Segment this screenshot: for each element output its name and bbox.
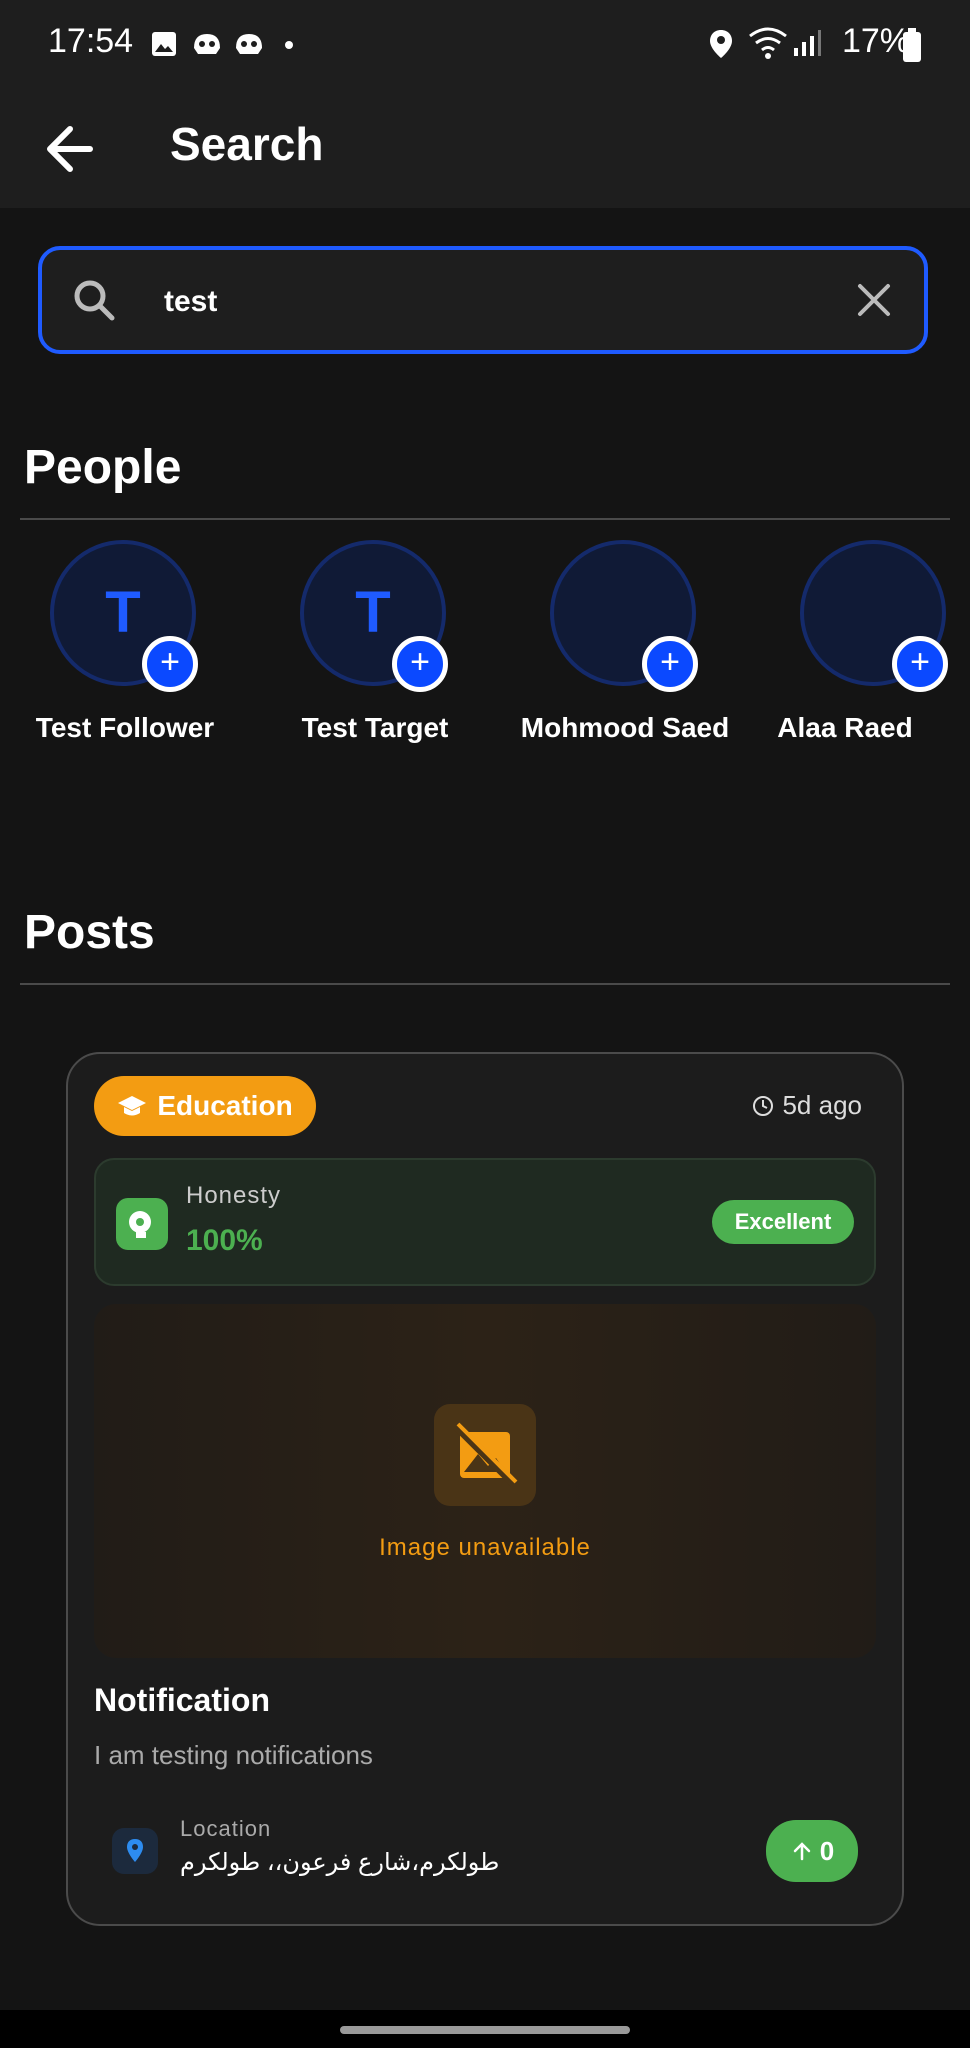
post-time: 5d ago xyxy=(752,1090,862,1121)
time-ago-label: 5d ago xyxy=(782,1090,862,1120)
rating-badge: Excellent xyxy=(712,1200,854,1244)
image-off-icon xyxy=(434,1404,536,1506)
gallery-notification-icon xyxy=(152,32,176,56)
image-unavailable-text: Image unavailable xyxy=(379,1534,591,1561)
post-image-placeholder: Image unavailable xyxy=(94,1304,876,1658)
clock-icon xyxy=(753,1095,774,1116)
upvote-count: 0 xyxy=(819,1835,835,1866)
people-heading: People xyxy=(24,441,182,494)
battery-icon xyxy=(903,28,921,62)
search-icon xyxy=(74,280,115,321)
posts-heading: Posts xyxy=(24,906,155,959)
person-card-test-target[interactable]: T + Test Target xyxy=(250,540,480,760)
person-card-alaa-raed[interactable]: + Alaa Raed xyxy=(750,540,970,760)
location-value: طولكرم،شارع فرعون،، طولكرم xyxy=(180,1849,500,1876)
honesty-panel: Honesty 100% Excellent xyxy=(94,1158,876,1286)
wifi-icon xyxy=(749,27,787,59)
follow-button[interactable]: + xyxy=(392,636,448,692)
status-time: 17:54 xyxy=(48,22,134,60)
search-input[interactable] xyxy=(162,276,766,328)
person-card-test-follower[interactable]: T + Test Follower xyxy=(0,540,230,760)
graduation-cap-icon xyxy=(118,1096,147,1116)
close-icon[interactable] xyxy=(854,280,894,320)
location-status-icon xyxy=(710,30,732,58)
search-bar xyxy=(38,246,928,354)
people-divider xyxy=(20,518,950,520)
category-badge[interactable]: Education xyxy=(94,1076,316,1136)
post-card[interactable]: Education 5d ago Honesty 100% Excellent … xyxy=(66,1052,904,1926)
metric-value: 100% xyxy=(186,1224,263,1257)
location-label: Location xyxy=(180,1816,272,1841)
system-nav-bar xyxy=(0,2010,970,2048)
honesty-icon xyxy=(116,1198,168,1250)
home-indicator[interactable] xyxy=(340,2026,630,2034)
app-notification-icon xyxy=(194,34,220,54)
more-notifications-dot-icon xyxy=(285,41,293,49)
app-bar: Search xyxy=(0,90,970,208)
arrow-up-icon xyxy=(793,1842,811,1861)
person-name[interactable]: Alaa Raed xyxy=(690,712,970,744)
page-title: Search xyxy=(170,118,324,170)
status-bar: 17:54 17% xyxy=(0,0,970,90)
posts-divider xyxy=(20,983,950,985)
follow-button[interactable]: + xyxy=(642,636,698,692)
category-label: Education xyxy=(157,1090,293,1121)
battery-percent: 17% xyxy=(841,22,910,60)
app-notification-icon-2 xyxy=(236,34,262,54)
post-body: I am testing notifications xyxy=(94,1740,373,1770)
location-pin-icon xyxy=(112,1828,158,1874)
metric-label: Honesty xyxy=(186,1182,282,1209)
follow-button[interactable]: + xyxy=(142,636,198,692)
upvote-button[interactable]: 0 xyxy=(766,1820,858,1882)
back-arrow-icon[interactable] xyxy=(38,114,108,184)
follow-button[interactable]: + xyxy=(892,636,948,692)
post-title: Notification xyxy=(94,1682,270,1718)
signal-icon xyxy=(794,30,821,56)
